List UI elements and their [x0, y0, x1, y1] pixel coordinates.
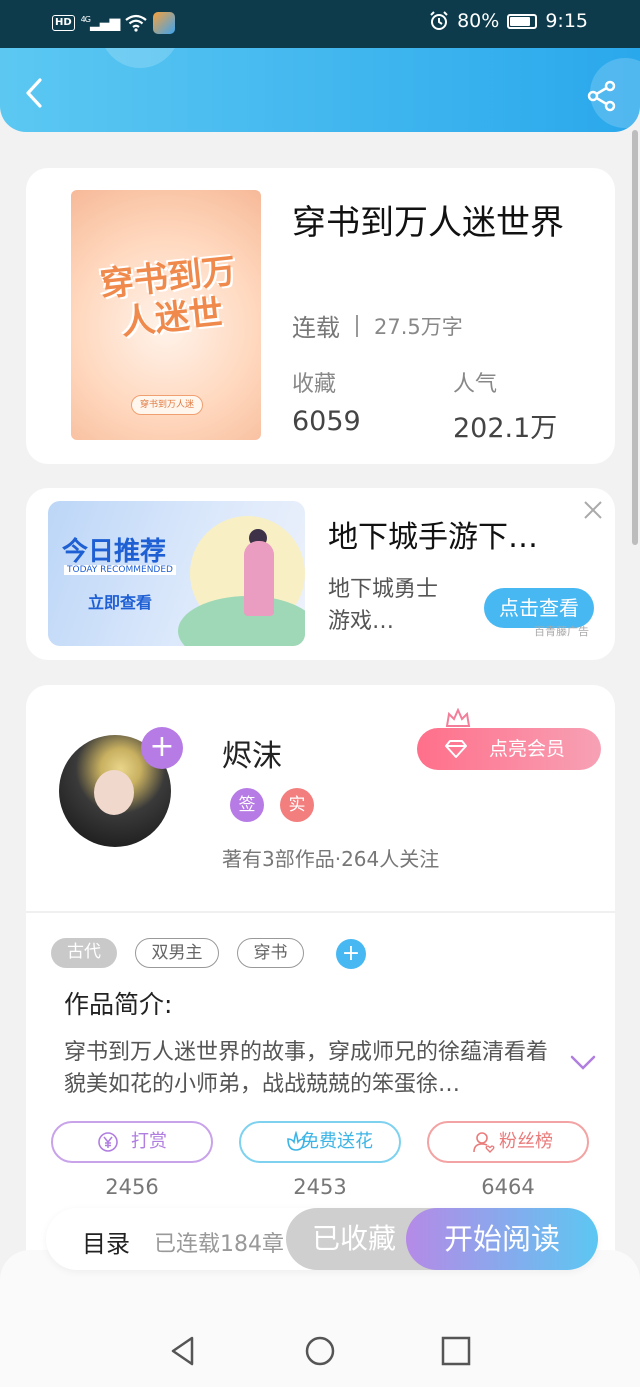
- ad-view-button[interactable]: 点击查看: [484, 588, 594, 628]
- signal-icon: 4G▂▄▆: [80, 14, 121, 32]
- popularity-label: 人气: [453, 372, 498, 397]
- vip-button-label: 点亮会员: [489, 738, 566, 760]
- ad-description: 地下城勇士游戏…: [328, 577, 439, 634]
- ad-title[interactable]: 地下城手游下…: [328, 512, 538, 556]
- clock: 9:15: [545, 10, 588, 32]
- verified-badge: 实: [280, 788, 314, 822]
- chevron-down-icon[interactable]: [568, 1051, 598, 1075]
- ad-source: 百青藤广告: [534, 625, 589, 638]
- avatar-face: [94, 770, 134, 815]
- nav-recents-icon[interactable]: [440, 1335, 472, 1367]
- yen-coin-icon: [98, 1132, 118, 1152]
- free-flower-label: 免费送花: [301, 1131, 373, 1152]
- status-bar: HD 4G▂▄▆ 80% 9:15: [0, 0, 640, 48]
- battery-level: [510, 16, 530, 26]
- diamond-icon: [445, 740, 467, 758]
- vip-button[interactable]: 点亮会员: [417, 728, 601, 770]
- book-cover[interactable]: 穿书到万人迷世 穿书到万人迷: [71, 190, 261, 440]
- add-tag-button[interactable]: +: [336, 939, 366, 969]
- reward-count: 2456: [105, 1175, 159, 1199]
- nav-home-icon[interactable]: [304, 1335, 336, 1367]
- cover-subtitle: 穿书到万人迷: [131, 395, 203, 415]
- nav-back-icon[interactable]: [168, 1335, 200, 1367]
- reward-button[interactable]: 打赏: [51, 1121, 213, 1163]
- fans-count: 6464: [481, 1175, 535, 1199]
- section-divider: [26, 911, 615, 913]
- reward-label: 打赏: [131, 1131, 167, 1152]
- intro-text: 穿书到万人迷世界的故事，穿成师兄的徐蕴清看着貌美如花的小师弟，战战兢兢的笨蛋徐…: [64, 1040, 549, 1097]
- close-icon[interactable]: [581, 498, 605, 522]
- collect-count: 6059: [292, 406, 361, 437]
- serial-status: 连载: [292, 314, 340, 342]
- battery-icon: [507, 13, 538, 29]
- free-flower-button[interactable]: 免费送花: [239, 1121, 401, 1163]
- author-name[interactable]: 烬沫: [222, 731, 282, 775]
- book-status-row: 连载 27.5万字: [292, 308, 463, 343]
- word-count: 27.5万字: [374, 314, 463, 339]
- alarm-icon: [430, 11, 448, 30]
- hd-badge: HD: [52, 15, 75, 31]
- author-meta: 著有3部作品·264人关注: [222, 847, 440, 871]
- status-divider: [356, 314, 358, 337]
- crown-icon: [445, 708, 471, 727]
- popularity-count: 202.1万: [453, 413, 558, 444]
- start-reading-button[interactable]: 开始阅读: [406, 1208, 598, 1270]
- network-type: 4G: [80, 14, 91, 24]
- page-header: [0, 48, 640, 132]
- app-notification-icon: [153, 12, 176, 34]
- ad-card[interactable]: 今日推荐 TODAY RECOMMENDED 立即查看 地下城手游下… 地下城勇…: [26, 488, 615, 660]
- status-left: HD 4G▂▄▆: [52, 12, 176, 34]
- ad-image[interactable]: 今日推荐 TODAY RECOMMENDED 立即查看: [48, 501, 305, 646]
- tag-book-transmigration[interactable]: 穿书: [237, 938, 304, 968]
- chapter-count: 已连载184章: [154, 1232, 284, 1257]
- wifi-icon: [125, 14, 147, 32]
- header-decoration: [100, 48, 180, 68]
- ad-image-cta: 立即查看: [88, 593, 153, 612]
- author-info-card: + 烬沫 签 实 著有3部作品·264人关注 点亮会员 古代 双男主 穿书 + …: [26, 685, 615, 1285]
- back-icon[interactable]: [18, 76, 52, 110]
- ad-image-subtitle: TODAY RECOMMENDED: [64, 565, 176, 575]
- status-right: 80% 9:15: [429, 10, 588, 32]
- signed-badge: 签: [230, 788, 264, 822]
- table-of-contents-button[interactable]: 目录: [82, 1224, 130, 1259]
- follow-author-button[interactable]: +: [141, 727, 183, 769]
- fans-ranking-label: 粉丝榜: [499, 1131, 553, 1152]
- system-nav-bar: [0, 1250, 640, 1387]
- user-heart-icon: [473, 1132, 495, 1153]
- ad-image-figure: [244, 541, 274, 616]
- book-info-card: 穿书到万人迷世 穿书到万人迷 穿书到万人迷世界 连载 27.5万字 收藏 人气 …: [26, 168, 615, 464]
- share-icon[interactable]: [586, 80, 618, 112]
- book-title: 穿书到万人迷世界: [292, 203, 564, 243]
- collect-label: 收藏: [292, 372, 337, 397]
- tag-ancient[interactable]: 古代: [51, 938, 117, 968]
- battery-percent: 80%: [457, 10, 500, 32]
- scrollbar[interactable]: [632, 130, 638, 545]
- ad-image-hill: [178, 596, 305, 646]
- intro-title: 作品简介:: [64, 990, 173, 1019]
- flower-count: 2453: [293, 1175, 347, 1199]
- fans-ranking-button[interactable]: 粉丝榜: [427, 1121, 589, 1163]
- cover-title: 穿书到万人迷世: [98, 251, 238, 344]
- ad-image-title: 今日推荐: [62, 537, 167, 567]
- tag-double-male-lead[interactable]: 双男主: [135, 938, 219, 968]
- collected-label: 已收藏: [312, 1222, 397, 1255]
